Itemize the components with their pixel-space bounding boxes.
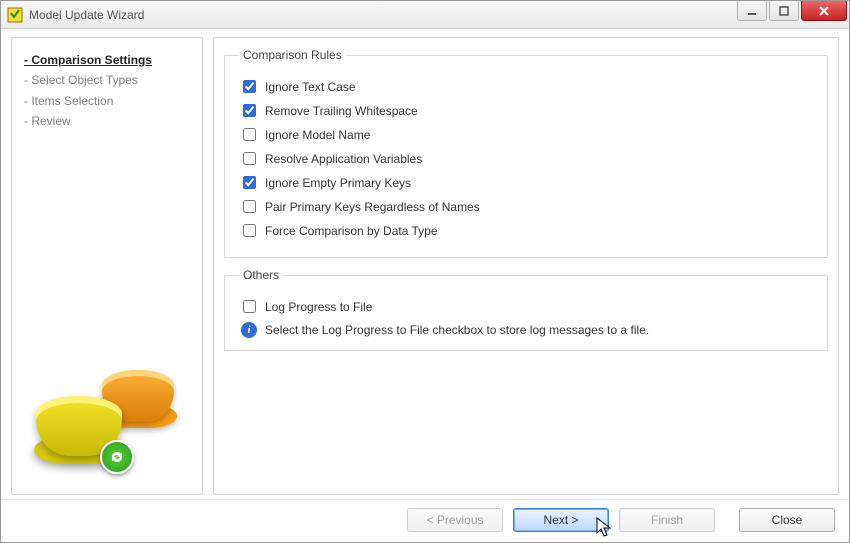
wizard-window: Model Update Wizard - Comparison Setting… (0, 0, 850, 543)
close-button[interactable]: Close (739, 508, 835, 532)
group-legend: Others (239, 268, 283, 282)
group-legend: Comparison Rules (239, 48, 346, 62)
checkbox[interactable] (243, 300, 256, 313)
checkbox-label: Pair Primary Keys Regardless of Names (265, 200, 480, 214)
main-panel: Comparison Rules Ignore Text Case Remove… (213, 37, 839, 495)
wizard-sidebar: - Comparison Settings - Select Object Ty… (11, 37, 203, 495)
info-row: i Select the Log Progress to File checkb… (241, 322, 813, 338)
checkbox[interactable] (243, 224, 256, 237)
close-window-button[interactable] (801, 1, 847, 21)
checkbox[interactable] (243, 104, 256, 117)
log-progress-to-file[interactable]: Log Progress to File (239, 297, 813, 316)
checkbox-label: Ignore Text Case (265, 80, 356, 94)
rule-ignore-text-case[interactable]: Ignore Text Case (239, 77, 813, 96)
checkbox[interactable] (243, 200, 256, 213)
previous-button: < Previous (407, 508, 503, 532)
rule-force-comparison-by-data-type[interactable]: Force Comparison by Data Type (239, 221, 813, 240)
app-icon (7, 7, 23, 23)
checkbox[interactable] (243, 128, 256, 141)
checkbox[interactable] (243, 80, 256, 93)
others-group: Others Log Progress to File i Select the… (224, 268, 828, 351)
rule-ignore-empty-primary-keys[interactable]: Ignore Empty Primary Keys (239, 173, 813, 192)
sidebar-graphic (24, 362, 190, 482)
finish-button: Finish (619, 508, 715, 532)
content-area: - Comparison Settings - Select Object Ty… (1, 29, 849, 499)
step-comparison-settings[interactable]: - Comparison Settings (24, 50, 190, 70)
checkbox[interactable] (243, 152, 256, 165)
rule-resolve-application-variables[interactable]: Resolve Application Variables (239, 149, 813, 168)
titlebar: Model Update Wizard (1, 1, 849, 29)
info-icon: i (241, 322, 257, 338)
checkbox-label: Log Progress to File (265, 300, 372, 314)
step-review[interactable]: - Review (24, 111, 190, 131)
comparison-rules-group: Comparison Rules Ignore Text Case Remove… (224, 48, 828, 258)
step-select-object-types[interactable]: - Select Object Types (24, 70, 190, 90)
rule-ignore-model-name[interactable]: Ignore Model Name (239, 125, 813, 144)
minimize-button[interactable] (737, 1, 767, 21)
checkbox-label: Ignore Model Name (265, 128, 370, 142)
rule-remove-trailing-whitespace[interactable]: Remove Trailing Whitespace (239, 101, 813, 120)
rule-pair-primary-keys[interactable]: Pair Primary Keys Regardless of Names (239, 197, 813, 216)
checkbox-label: Ignore Empty Primary Keys (265, 176, 411, 190)
window-title: Model Update Wizard (29, 8, 144, 22)
info-text: Select the Log Progress to File checkbox… (265, 323, 649, 337)
step-label: Review (31, 114, 70, 128)
step-label: Select Object Types (31, 73, 138, 87)
step-items-selection[interactable]: - Items Selection (24, 91, 190, 111)
window-controls (737, 1, 847, 21)
checkbox-label: Force Comparison by Data Type (265, 224, 438, 238)
button-bar: < Previous Next > Finish Close (1, 499, 849, 542)
checkbox[interactable] (243, 176, 256, 189)
maximize-button[interactable] (769, 1, 799, 21)
step-label: Items Selection (31, 94, 113, 108)
sync-icon (100, 440, 134, 474)
checkbox-label: Remove Trailing Whitespace (265, 104, 418, 118)
wizard-steps: - Comparison Settings - Select Object Ty… (24, 50, 190, 132)
next-button[interactable]: Next > (513, 508, 609, 532)
checkbox-label: Resolve Application Variables (265, 152, 422, 166)
step-label: Comparison Settings (31, 53, 152, 67)
